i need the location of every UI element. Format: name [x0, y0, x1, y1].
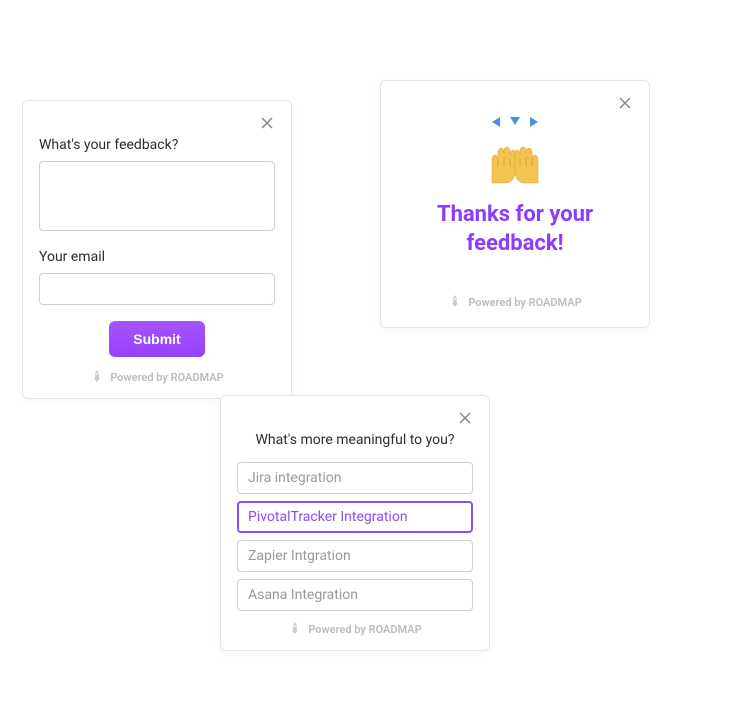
options-list: Jira integration PivotalTracker Integrati…: [237, 462, 473, 611]
thanks-card: Thanks for your feedback! Powered by ROA…: [380, 80, 650, 328]
close-button[interactable]: [457, 410, 473, 426]
powered-by-text: Powered by ROADMAP: [308, 623, 421, 636]
feedback-textarea[interactable]: [39, 161, 275, 231]
choice-option[interactable]: Asana Integration: [237, 579, 473, 611]
choice-option[interactable]: Jira integration: [237, 462, 473, 494]
choice-option[interactable]: Zapier Intgration: [237, 540, 473, 572]
close-row: [397, 95, 633, 111]
rocket-icon: [448, 294, 462, 311]
email-label: Your email: [39, 249, 275, 265]
triangle-down-icon: [510, 117, 520, 125]
close-icon: [618, 96, 632, 110]
close-icon: [458, 411, 472, 425]
email-input[interactable]: [39, 273, 275, 305]
powered-by-text: Powered by ROADMAP: [110, 371, 223, 384]
close-row: [39, 115, 275, 131]
feedback-form-card: What's your feedback? Your email Submit …: [22, 100, 292, 399]
close-icon: [260, 116, 274, 130]
raised-hands-icon: [397, 141, 633, 185]
rocket-icon: [90, 369, 104, 386]
choice-option[interactable]: PivotalTracker Integration: [237, 501, 473, 533]
choice-card: What's more meaningful to you? Jira inte…: [220, 395, 490, 651]
celebration-graphic: [397, 117, 633, 185]
powered-by-text: Powered by ROADMAP: [468, 296, 581, 309]
confetti-triangles: [397, 117, 633, 127]
close-button[interactable]: [617, 95, 633, 111]
feedback-label: What's your feedback?: [39, 137, 275, 153]
rocket-icon: [288, 621, 302, 638]
close-button[interactable]: [259, 115, 275, 131]
thanks-message: Thanks for your feedback!: [397, 201, 633, 258]
submit-button[interactable]: Submit: [109, 321, 204, 357]
powered-by-footer: Powered by ROADMAP: [237, 621, 473, 638]
choice-question: What's more meaningful to you?: [237, 432, 473, 448]
triangle-left-icon: [492, 117, 500, 127]
powered-by-footer: Powered by ROADMAP: [39, 369, 275, 386]
powered-by-footer: Powered by ROADMAP: [397, 294, 633, 311]
triangle-right-icon: [530, 117, 538, 127]
close-row: [237, 410, 473, 426]
